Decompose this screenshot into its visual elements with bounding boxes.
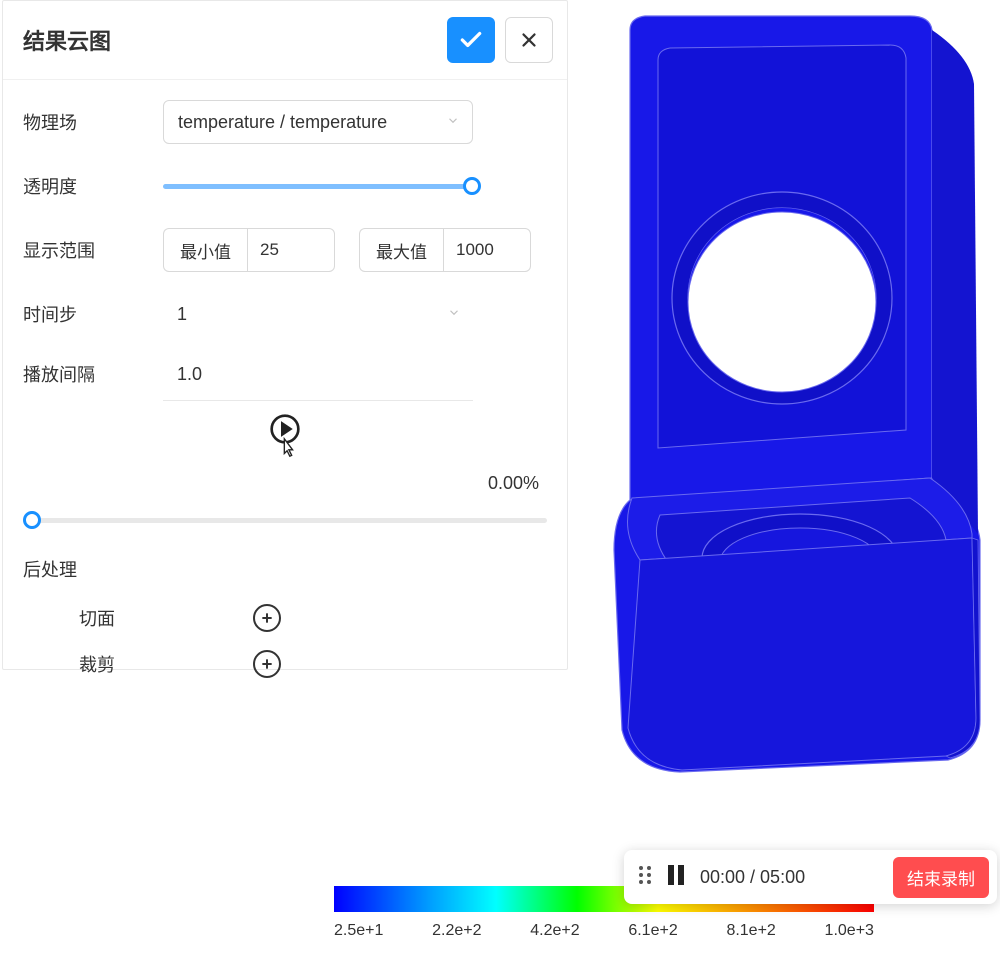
clip-label: 裁剪	[23, 651, 163, 677]
close-icon	[518, 29, 540, 51]
transparency-row: 透明度	[23, 168, 547, 204]
play-icon	[269, 413, 301, 445]
chevron-down-icon	[447, 304, 461, 325]
stop-recording-button[interactable]: 结束录制	[893, 857, 989, 898]
max-input-group: 最大值	[359, 228, 531, 272]
timestep-row: 时间步 1	[23, 296, 547, 332]
header-actions	[447, 17, 553, 63]
check-icon	[458, 27, 484, 53]
progress-text: 0.00%	[23, 473, 547, 494]
transparency-slider[interactable]	[163, 176, 473, 196]
postprocess-title: 后处理	[23, 556, 547, 582]
physics-value: temperature / temperature	[178, 112, 387, 133]
settings-panel: 结果云图 物理场 temperature / temperature	[2, 0, 568, 670]
interval-value[interactable]: 1.0	[163, 364, 473, 385]
pause-icon	[666, 863, 686, 887]
legend-tick: 8.1e+2	[726, 922, 775, 940]
play-section	[23, 413, 547, 463]
display-range-row: 显示范围 最小值 最大值	[23, 228, 547, 272]
clip-row: 裁剪	[23, 650, 547, 678]
min-input-group: 最小值	[163, 228, 335, 272]
display-range-label: 显示范围	[23, 237, 163, 263]
add-clip-button[interactable]	[253, 650, 281, 678]
transparency-label: 透明度	[23, 173, 163, 199]
timestep-label: 时间步	[23, 301, 163, 327]
interval-row: 播放间隔 1.0	[23, 356, 547, 392]
time-display: 00:00 / 05:00	[700, 867, 879, 888]
physics-select[interactable]: temperature / temperature	[163, 100, 473, 144]
legend-tick: 2.5e+1	[334, 922, 383, 940]
divider	[163, 400, 473, 401]
timestep-value: 1	[177, 304, 187, 325]
add-section-button[interactable]	[253, 604, 281, 632]
legend-tick: 1.0e+3	[825, 922, 874, 940]
legend-tick: 2.2e+2	[432, 922, 481, 940]
pause-button[interactable]	[666, 863, 686, 892]
max-input[interactable]	[443, 228, 531, 272]
interval-label: 播放间隔	[23, 361, 163, 387]
drag-handle-icon[interactable]	[638, 865, 652, 890]
section-row: 切面	[23, 604, 547, 632]
physics-row: 物理场 temperature / temperature	[23, 100, 547, 144]
chevron-down-icon	[446, 112, 460, 133]
physics-label: 物理场	[23, 109, 163, 135]
progress-thumb[interactable]	[23, 511, 41, 529]
min-input[interactable]	[247, 228, 335, 272]
timestep-select[interactable]: 1	[163, 296, 473, 332]
model-render	[570, 0, 1000, 800]
panel-title: 结果云图	[23, 24, 111, 56]
legend-tick: 4.2e+2	[530, 922, 579, 940]
plus-icon	[259, 610, 275, 626]
close-button[interactable]	[505, 17, 553, 63]
legend-tick: 6.1e+2	[628, 922, 677, 940]
section-label: 切面	[23, 605, 163, 631]
plus-icon	[259, 656, 275, 672]
play-button[interactable]	[269, 413, 301, 445]
recording-bar: 00:00 / 05:00 结束录制	[624, 850, 997, 904]
max-addon: 最大值	[359, 228, 443, 272]
min-addon: 最小值	[163, 228, 247, 272]
confirm-button[interactable]	[447, 17, 495, 63]
slider-thumb[interactable]	[463, 177, 481, 195]
progress-slider[interactable]	[23, 510, 547, 530]
legend-labels: 2.5e+1 2.2e+2 4.2e+2 6.1e+2 8.1e+2 1.0e+…	[334, 922, 874, 940]
3d-viewport[interactable]	[570, 0, 1000, 800]
panel-header: 结果云图	[3, 1, 567, 80]
panel-body: 物理场 temperature / temperature 透明度	[3, 80, 567, 716]
